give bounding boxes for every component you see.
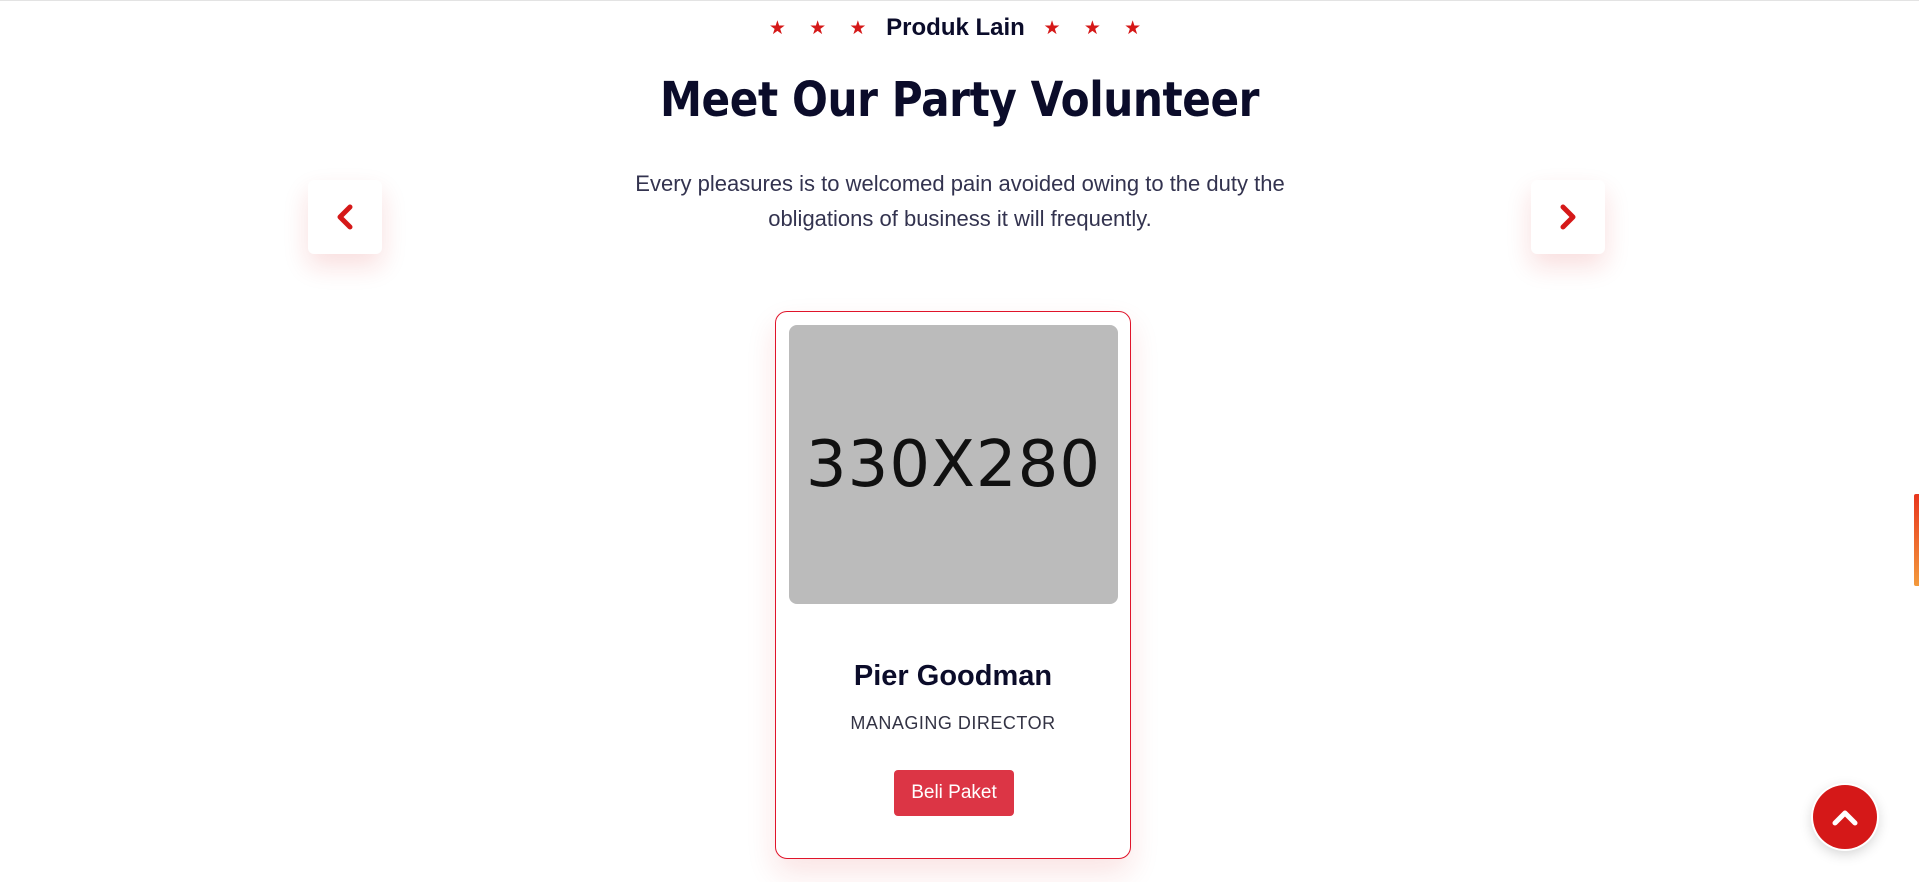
section-subtitle: Every pleasures is to welcomed pain avoi… (635, 171, 1285, 231)
top-divider (0, 0, 1919, 1)
page: ★ ★ ★ Produk Lain ★ ★ ★ Meet Our Party V… (0, 0, 1919, 882)
side-edge-tab[interactable] (1914, 494, 1919, 586)
volunteer-name: Pier Goodman (853, 660, 1053, 692)
carousel-prev-button[interactable] (308, 180, 382, 254)
eyebrow-label: Produk Lain (886, 14, 1025, 41)
section-eyebrow: ★ ★ ★ Produk Lain ★ ★ ★ (0, 14, 1919, 42)
carousel-next-button[interactable] (1531, 180, 1605, 254)
chevron-up-icon (1832, 810, 1858, 826)
stars-left: ★ ★ ★ (768, 18, 876, 39)
scroll-to-top-button[interactable] (1813, 785, 1877, 849)
volunteer-role: MANAGING DIRECTOR (850, 713, 1056, 733)
buy-package-button[interactable]: Beli Paket (894, 770, 1014, 816)
stars-right: ★ ★ ★ (1043, 18, 1151, 39)
volunteer-card: 330X280 Pier Goodman MANAGING DIRECTOR B… (775, 311, 1131, 859)
chevron-right-icon (1560, 204, 1576, 230)
section-title: Meet Our Party Volunteer (659, 72, 1260, 128)
volunteer-photo-placeholder: 330X280 (789, 325, 1118, 604)
chevron-left-icon (337, 204, 353, 230)
